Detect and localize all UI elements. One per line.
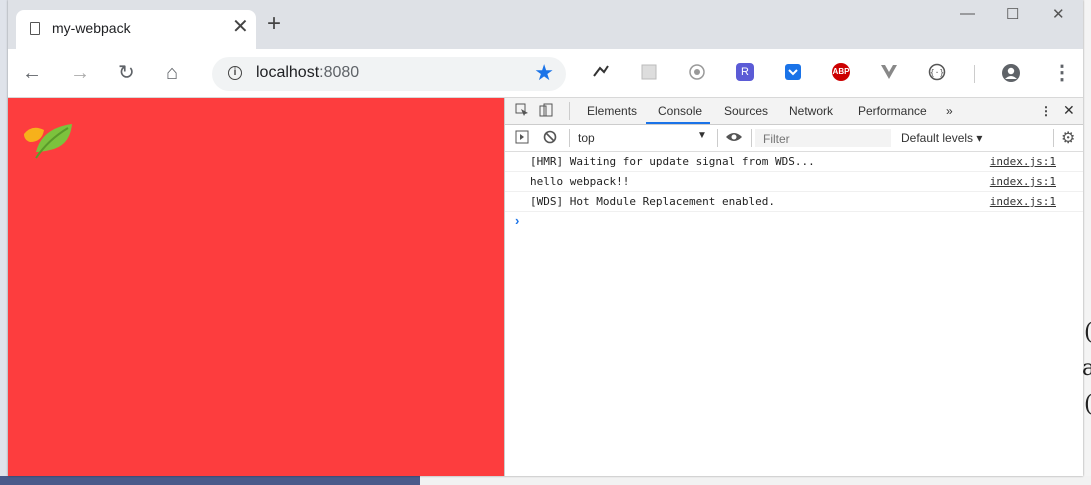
tab-icon[interactable] [640,63,658,81]
bookmark-star-icon[interactable]: ★ [534,60,554,86]
console-log-list: [HMR] Waiting for update signal from WDS… [505,152,1083,212]
settings-gear-icon[interactable]: ⚙ [1061,128,1075,148]
log-source-link[interactable]: index.js:1 [990,175,1056,188]
log-message: [WDS] Hot Module Replacement enabled. [530,195,776,208]
tab-title: my-webpack [52,20,131,36]
menu-icon[interactable]: ⋮ [1052,61,1072,85]
log-source-link[interactable]: index.js:1 [990,195,1056,208]
address-bar[interactable]: i localhost:8080 ★ [212,57,566,91]
tab-close-icon[interactable]: ✕ [232,14,249,39]
reload-button[interactable]: ↻ [118,61,135,85]
clear-console-icon[interactable] [543,130,557,147]
url-text[interactable]: localhost:8080 [256,64,359,82]
tab-console[interactable]: Console [658,104,702,118]
log-source-link[interactable]: index.js:1 [990,155,1056,168]
console-toolbar: top ▼ Default levels ▾ ⚙ [505,125,1083,152]
page-icon [30,22,40,35]
log-message: [HMR] Waiting for update signal from WDS… [530,155,815,168]
tab-strip: my-webpack ✕ + — ☐ ✕ [8,0,1083,49]
background-text: ( [1084,392,1091,417]
context-select[interactable]: top [578,131,595,145]
translate-icon[interactable] [592,63,610,81]
toolbar-separator [974,65,975,83]
browser-window: my-webpack ✕ + — ☐ ✕ ← → ↻ ⌂ i localhost… [8,0,1083,476]
pocket-icon[interactable] [784,63,802,81]
devtools-separator [569,102,570,120]
profile-icon[interactable] [1001,63,1020,82]
devtools-panel: Elements Console Sources Network Perform… [504,98,1083,476]
home-button[interactable]: ⌂ [166,61,178,85]
eye-icon[interactable] [725,131,743,146]
new-tab-button[interactable]: + [267,12,281,36]
desktop-bottom [0,476,1091,485]
leaf-logo-icon [24,124,72,159]
console-prompt-icon[interactable]: › [515,213,519,228]
tool-icon[interactable] [688,63,706,81]
more-tabs-icon[interactable]: » [946,104,953,118]
tab-elements[interactable]: Elements [587,104,637,118]
devtools-menu-icon[interactable]: ⋮ [1040,104,1052,118]
console-separator [751,129,752,147]
device-toolbar-icon[interactable] [539,103,553,120]
r-icon[interactable]: R [736,63,754,81]
maximize-button[interactable]: ☐ [1006,5,1019,23]
active-tab-indicator [646,122,710,124]
sidebar-toggle-icon[interactable] [515,130,529,147]
vue-icon[interactable] [880,63,898,81]
background-text: a [1082,356,1091,381]
browser-toolbar: ← → ↻ ⌂ i localhost:8080 ★ R ABP {·} ⋮ [8,49,1083,98]
devtools-close-icon[interactable]: ✕ [1063,102,1075,119]
log-message: hello webpack!! [530,175,630,188]
console-log-row: [WDS] Hot Module Replacement enabled. in… [505,192,1083,212]
tab-network[interactable]: Network [789,104,833,118]
back-button[interactable]: ← [22,61,42,85]
filter-field[interactable] [755,129,891,147]
console-log-row: [HMR] Waiting for update signal from WDS… [505,152,1083,172]
minimize-button[interactable]: — [960,5,975,22]
console-log-row: hello webpack!! index.js:1 [505,172,1083,192]
log-levels-dropdown[interactable]: Default levels ▾ [901,131,982,145]
filter-input[interactable] [761,131,891,147]
close-window-button[interactable]: ✕ [1052,5,1065,23]
webpage-content [8,98,504,476]
tab-my-webpack[interactable]: my-webpack ✕ [16,10,256,49]
inspect-icon[interactable] [515,103,529,120]
console-separator [717,129,718,147]
forward-button[interactable]: → [70,61,90,85]
code-icon[interactable]: {·} [928,63,946,81]
svg-text:{·}: {·} [930,68,944,77]
console-separator [1053,129,1054,147]
tab-performance[interactable]: Performance [858,104,927,118]
context-dropdown-icon[interactable]: ▼ [697,130,707,141]
info-icon[interactable]: i [228,66,242,80]
tab-sources[interactable]: Sources [724,104,768,118]
abp-icon[interactable]: ABP [832,63,850,81]
desktop-dark-area [0,476,420,485]
background-text: ( [1084,320,1091,345]
console-separator [569,129,570,147]
devtools-tabs: Elements Console Sources Network Perform… [505,98,1083,125]
